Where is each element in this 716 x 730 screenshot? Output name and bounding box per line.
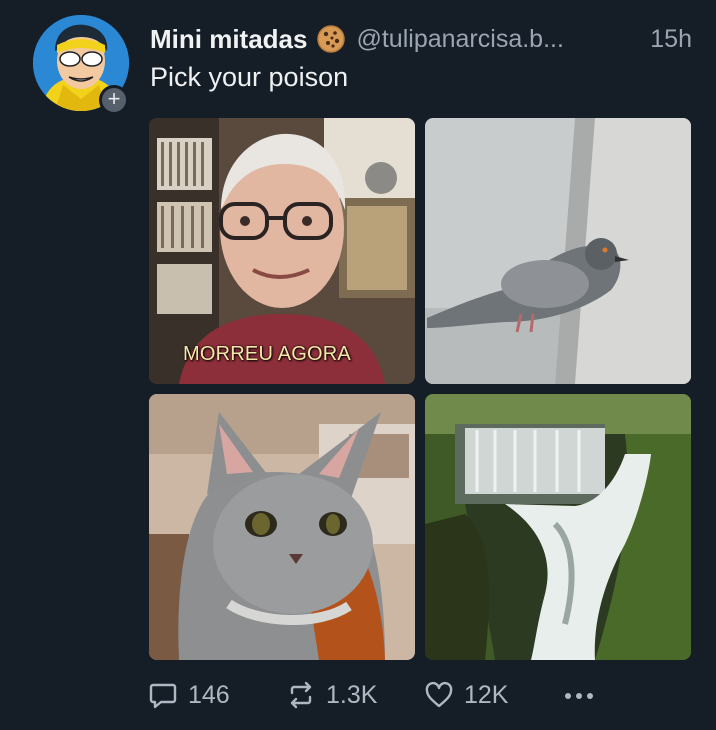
like-count: 12K — [464, 680, 509, 709]
media-grid: MORREU AGORA — [149, 118, 691, 660]
repost-icon — [290, 681, 312, 709]
more-icon — [565, 693, 593, 699]
reply-count: 146 — [188, 680, 230, 709]
add-icon[interactable]: + — [99, 85, 129, 115]
more-button[interactable] — [562, 684, 606, 708]
media-image-2[interactable] — [425, 118, 691, 384]
post-actions: 146 1.3K 12K — [148, 680, 608, 714]
post-header: Mini mitadas @tulipanarcisa.b... 15h — [150, 20, 692, 58]
post-text: Pick your poison — [150, 62, 349, 92]
media-image-1[interactable]: MORREU AGORA — [149, 118, 415, 384]
like-icon — [425, 681, 453, 708]
timestamp[interactable]: 15h — [650, 25, 692, 54]
repost-button[interactable]: 1.3K — [286, 680, 377, 710]
like-button[interactable]: 12K — [424, 680, 508, 710]
repost-count: 1.3K — [326, 680, 378, 709]
media-image-4[interactable] — [425, 394, 691, 660]
reply-icon — [149, 683, 177, 709]
display-name[interactable]: Mini mitadas — [150, 24, 307, 55]
cookie-icon — [316, 24, 346, 54]
media-image-3[interactable] — [149, 394, 415, 660]
reply-button[interactable]: 146 — [148, 680, 230, 710]
meme-caption: MORREU AGORA — [183, 343, 351, 365]
handle[interactable]: @tulipanarcisa.b... — [356, 25, 563, 54]
